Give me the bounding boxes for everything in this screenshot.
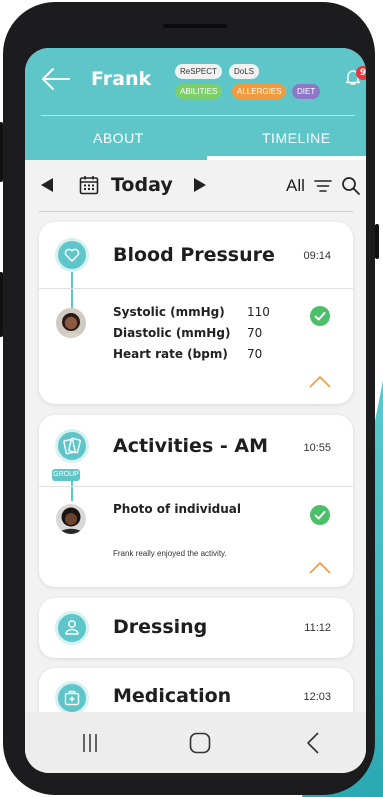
card-time: 11:12 [304, 622, 331, 634]
timeline-connector [71, 272, 73, 308]
timeline-card-blood-pressure[interactable]: Blood Pressure 09:14 Systolic (mmHg) 110… [39, 222, 353, 404]
card-time: 09:14 [303, 250, 331, 262]
next-day-icon[interactable] [194, 178, 206, 192]
tag-abilities[interactable]: ABILITIES [175, 84, 223, 99]
tag-respect[interactable]: ReSPECT [175, 64, 222, 79]
date-label[interactable]: Today [111, 174, 173, 196]
filter-label[interactable]: All [286, 176, 305, 196]
avatar [56, 504, 86, 534]
speaker-grille [163, 24, 227, 28]
heart-icon [55, 238, 89, 272]
card-time: 10:55 [303, 442, 331, 454]
resident-name: Frank [91, 68, 152, 90]
card-title: Dressing [113, 616, 208, 638]
toolbar-divider [39, 211, 353, 212]
medkit-icon [55, 681, 89, 715]
person-icon [55, 611, 89, 645]
reading-label: Diastolic (mmHg) [113, 326, 231, 340]
cards-icon [55, 429, 89, 463]
tab-about[interactable]: ABOUT [93, 130, 144, 146]
app-header: Frank ReSPECT DoLS ABILITIES ALLERGIES D… [25, 48, 366, 160]
entry-note: Frank really enjoyed the activity. [113, 549, 227, 558]
check-icon [310, 306, 330, 326]
reading-value: 70 [247, 326, 263, 340]
tab-timeline[interactable]: TIMELINE [262, 130, 331, 146]
previous-day-icon[interactable] [41, 178, 53, 192]
header-divider [41, 115, 355, 116]
back-nav-icon[interactable] [306, 732, 320, 754]
check-icon [310, 505, 330, 525]
timeline-card-activities[interactable]: GROUP Activities - AM 10:55 Photo of ind… [39, 415, 353, 587]
reading-label: Heart rate (bpm) [113, 347, 228, 361]
timeline-connector [71, 481, 73, 501]
bixby-button [0, 272, 3, 337]
card-title: Medication [113, 685, 232, 707]
phone-frame: Frank ReSPECT DoLS ABILITIES ALLERGIES D… [0, 2, 379, 795]
card-divider [39, 288, 353, 289]
card-time: 12:03 [303, 691, 331, 703]
tag-allergies[interactable]: ALLERGIES [232, 84, 287, 99]
timeline-card-dressing[interactable]: Dressing 11:12 [39, 598, 353, 658]
notification-badge: 9 [356, 66, 366, 80]
group-tag: GROUP [52, 469, 80, 481]
entry-label: Photo of individual [113, 502, 242, 516]
collapse-caret-icon[interactable] [309, 376, 331, 388]
search-icon[interactable] [341, 176, 361, 196]
android-nav-bar [25, 712, 366, 773]
reading-label: Systolic (mmHg) [113, 305, 225, 319]
home-icon[interactable] [189, 732, 211, 754]
calendar-icon[interactable] [79, 175, 99, 195]
back-arrow-icon[interactable] [39, 66, 71, 92]
card-title: Activities - AM [113, 435, 268, 457]
date-toolbar: Today All [25, 160, 366, 212]
collapse-caret-icon[interactable] [309, 562, 331, 574]
card-title: Blood Pressure [113, 244, 275, 266]
reading-value: 70 [247, 347, 263, 361]
volume-button [0, 122, 3, 182]
card-divider [39, 486, 353, 487]
tag-diet[interactable]: DIET [292, 84, 321, 99]
power-button [375, 224, 379, 259]
tag-dols[interactable]: DoLS [229, 64, 260, 79]
app-screen: Frank ReSPECT DoLS ABILITIES ALLERGIES D… [25, 48, 366, 773]
avatar [56, 308, 86, 338]
filter-icon[interactable] [314, 179, 332, 193]
reading-value: 110 [247, 305, 270, 319]
recent-apps-icon[interactable] [81, 733, 99, 753]
